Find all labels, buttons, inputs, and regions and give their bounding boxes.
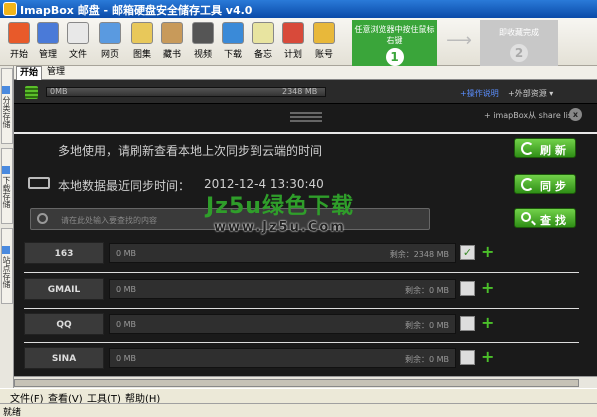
search-icon xyxy=(521,212,531,222)
sidebar-tab-download[interactable]: 下载存储 xyxy=(1,148,13,224)
account-row-gmail: GMAIL 0 MB 剩余：0 MB + xyxy=(14,276,597,304)
toolbar-button-manage[interactable]: 管理 xyxy=(34,22,62,62)
refresh-icon xyxy=(521,142,534,155)
close-icon[interactable]: x xyxy=(569,108,582,121)
banner-step-1: 任意浏览器中按住鼠标右键 1 xyxy=(352,20,437,66)
site-icon xyxy=(2,246,10,254)
webpage-icon xyxy=(99,22,121,44)
refresh-hint: 多地使用，请刷新查看本地上次同步到云端的时间 xyxy=(58,144,323,158)
account-row-qq: QQ 0 MB 剩余：0 MB + xyxy=(14,311,597,339)
account-checkbox[interactable] xyxy=(460,281,475,296)
drive-icon xyxy=(28,177,50,189)
step-number-2: 2 xyxy=(510,44,528,62)
account-row-163: 163 0 MB 剩余：2348 MB ✓ + xyxy=(14,240,597,268)
step-number-1: 1 xyxy=(385,48,404,66)
title-bar: ImapBox 邮盘 - 邮箱硬盘安全储存工具 v4.0 xyxy=(0,0,597,18)
menu-lines-icon[interactable] xyxy=(290,112,322,122)
row-divider xyxy=(24,308,579,309)
capacity-bar: 0MB 2348 MB +操作说明 +外部资源 ▾ xyxy=(14,80,597,104)
watermark: Jz5u绿色下载 xyxy=(206,194,354,219)
download-icon xyxy=(2,166,10,174)
capacity-used: 0MB xyxy=(50,87,68,96)
account-usage-bar: 0 MB 剩余：0 MB xyxy=(109,314,456,334)
add-icon[interactable]: + xyxy=(481,279,495,296)
account-name[interactable]: 163 xyxy=(24,242,104,264)
account-row-sina: SINA 0 MB 剩余：0 MB + xyxy=(14,345,597,373)
books-icon xyxy=(161,22,183,44)
usage-banner: 任意浏览器中按住鼠标右键 1 ⟶ 即收藏完成 2 xyxy=(352,20,558,66)
capacity-total: 2348 MB xyxy=(282,87,318,96)
help-link[interactable]: +操作说明 xyxy=(460,88,499,99)
toolbar-button-download[interactable]: 下载 xyxy=(219,22,247,62)
add-icon[interactable]: + xyxy=(481,348,495,365)
tab-strip: 开始 管理 xyxy=(14,66,597,80)
add-icon[interactable]: + xyxy=(481,243,495,260)
status-text: 就绪 xyxy=(3,408,22,417)
status-bar: 就绪 xyxy=(0,403,597,417)
account-usage-bar: 0 MB 剩余：0 MB xyxy=(109,348,456,368)
account-checkbox[interactable]: ✓ xyxy=(460,245,475,260)
row-divider xyxy=(24,342,579,343)
promo-text[interactable]: + imapBox从 share list xyxy=(484,110,575,121)
storage-icon xyxy=(25,86,38,99)
toolbar-button-memo[interactable]: 备忘 xyxy=(249,22,277,62)
account-checkbox[interactable] xyxy=(460,350,475,365)
account-name[interactable]: GMAIL xyxy=(24,278,104,300)
menu-bar: 文件(F) 查看(V) 工具(T) 帮助(H) xyxy=(0,388,597,405)
account-usage-bar: 0 MB 剩余：0 MB xyxy=(109,279,456,299)
arrow-icon: ⟶ xyxy=(446,30,472,51)
account-name[interactable]: QQ xyxy=(24,313,104,335)
account-checkbox[interactable] xyxy=(460,316,475,331)
video-icon xyxy=(192,22,214,44)
banner-step-2: 即收藏完成 2 xyxy=(480,20,558,66)
category-icon xyxy=(2,86,10,94)
lock-icon xyxy=(313,22,335,44)
main-panel: 0MB 2348 MB +操作说明 +外部资源 ▾ + imapBox从 sha… xyxy=(14,80,597,388)
memo-icon xyxy=(252,22,274,44)
manage-icon xyxy=(37,22,59,44)
sidebar-tab-site[interactable]: 站点存储 xyxy=(1,228,13,304)
search-button[interactable]: 查找 xyxy=(514,208,576,228)
search-icon xyxy=(37,213,48,224)
scrollbar-thumb[interactable] xyxy=(14,379,579,387)
sync-button[interactable]: 同步 xyxy=(514,174,576,194)
toolbar-button-album[interactable]: 图集 xyxy=(128,22,156,62)
last-sync-label: 本地数据最近同步时间： xyxy=(58,179,191,193)
row-divider xyxy=(24,272,579,273)
toolbar-button-books[interactable]: 藏书 xyxy=(158,22,186,62)
tab-start[interactable]: 开始 xyxy=(16,66,43,80)
add-icon[interactable]: + xyxy=(481,314,495,331)
app-icon xyxy=(3,2,17,16)
toolbar-button-start[interactable]: 开始 xyxy=(5,22,33,62)
account-usage-bar: 0 MB 剩余：2348 MB xyxy=(109,243,456,263)
tab-manage[interactable]: 管理 xyxy=(44,66,68,80)
sidebar-tab-category[interactable]: 分类存储 xyxy=(1,68,13,144)
toolbar-button-account[interactable]: 账号 xyxy=(310,22,338,62)
left-sidebar: 分类存储 下载存储 站点存储 xyxy=(0,66,14,388)
start-icon xyxy=(8,22,30,44)
search-placeholder: 请在此处输入要查找的内容 xyxy=(61,216,157,225)
toolbar-button-webpage[interactable]: 网页 xyxy=(96,22,124,62)
external-resources-link[interactable]: +外部资源 ▾ xyxy=(508,88,553,99)
calendar-icon xyxy=(282,22,304,44)
file-icon xyxy=(67,22,89,44)
sync-icon xyxy=(521,178,534,191)
window-title: ImapBox 邮盘 - 邮箱硬盘安全储存工具 v4.0 xyxy=(20,4,253,17)
toolbar-button-video[interactable]: 视频 xyxy=(189,22,217,62)
account-name[interactable]: SINA xyxy=(24,347,104,369)
refresh-button[interactable]: 刷新 xyxy=(514,138,576,158)
album-icon xyxy=(131,22,153,44)
watermark-url: www.Jz5u.Com xyxy=(214,220,346,235)
horizontal-scrollbar[interactable] xyxy=(14,376,597,388)
toolbar-button-calendar[interactable]: 计划 xyxy=(279,22,307,62)
divider xyxy=(14,132,597,134)
download-icon xyxy=(222,22,244,44)
toolbar-button-file[interactable]: 文件 xyxy=(64,22,92,62)
